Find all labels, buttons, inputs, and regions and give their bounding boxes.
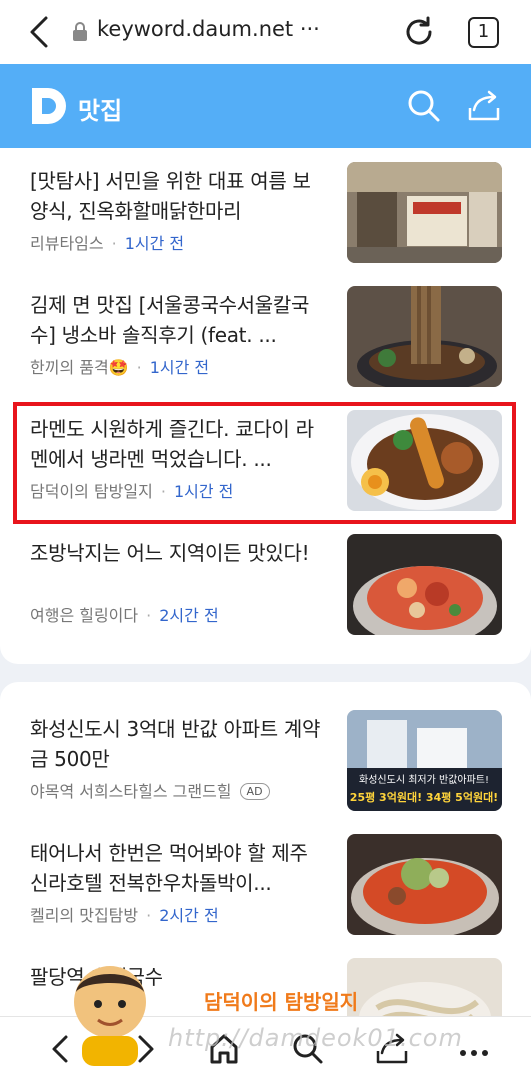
item-thumbnail[interactable]: 화성신도시 최저가 반값아파트! 25평 3억원대! 34평 5억원대!	[347, 710, 502, 811]
item-meta: 켈리의 맛집탐방 · 2시간 전	[30, 906, 219, 925]
item-title[interactable]: 조방낙지는 어느 지역이든 맛있다!	[30, 538, 322, 568]
item-time: 2시간 전	[159, 606, 219, 625]
item-time: 1시간 전	[124, 234, 185, 253]
item-time: 1시간 전	[149, 358, 210, 377]
ad-badge: AD	[239, 783, 270, 800]
list-item[interactable]: 김제 면 맛집 [서울콩국수서울칼국수] 냉소바 솔직후기 (feat. ...…	[0, 272, 531, 396]
item-title[interactable]: 김제 면 맛집 [서울콩국수서울칼국수] 냉소바 솔직후기 (feat. ...	[30, 290, 322, 350]
item-thumbnail[interactable]	[347, 534, 502, 635]
watermark-avatar	[74, 966, 146, 1066]
section-title: 맛집	[78, 97, 123, 125]
item-thumbnail[interactable]	[347, 162, 502, 263]
item-source: 켈리의 맛집탐방	[30, 906, 139, 925]
item-title[interactable]: 화성신도시 3억대 반값 아파트 계약금 500만	[30, 714, 322, 774]
item-meta: 리뷰타임스 · 1시간 전	[30, 234, 185, 253]
ad-thumb-line2: 25평 3억원대! 34평 5억원대!	[350, 790, 498, 804]
item-thumbnail[interactable]	[347, 286, 502, 387]
item-title[interactable]: [맛탐사] 서민을 위한 대표 여름 보양식, 진옥화할매닭한마리	[30, 166, 322, 226]
ad-thumb-line1: 화성신도시 최저가 반값아파트!	[359, 774, 489, 786]
item-time: 2시간 전	[159, 906, 219, 925]
item-meta: 한끼의 품격🤩 · 1시간 전	[30, 358, 210, 377]
tabs-icon[interactable]: 1	[468, 17, 499, 48]
back-arrow-icon[interactable]	[26, 14, 54, 50]
list-item[interactable]: [맛탐사] 서민을 위한 대표 여름 보양식, 진옥화할매닭한마리 리뷰타임스 ·…	[0, 148, 531, 272]
list-item[interactable]: 조방낙지는 어느 지역이든 맛있다! 여행은 힐링이다 · 2시간 전	[0, 520, 531, 644]
daum-logo-icon[interactable]	[30, 86, 68, 126]
item-title[interactable]: 태어나서 한번은 먹어봐야 할 제주신라호텔 전복한우차돌박이...	[30, 838, 322, 898]
url-bar[interactable]: keyword.daum.net ···	[97, 17, 320, 41]
browser-toolbar: keyword.daum.net ··· 1	[0, 0, 531, 64]
site-header: 맛집	[0, 64, 531, 148]
item-source: 여행은 힐링이다	[30, 606, 139, 625]
refresh-icon[interactable]	[401, 14, 437, 50]
lock-icon	[73, 22, 87, 41]
item-source: 한끼의 품격🤩	[30, 358, 129, 377]
list-item[interactable]: 태어나서 한번은 먹어봐야 할 제주신라호텔 전복한우차돌박이... 켈리의 맛…	[0, 820, 531, 944]
list-item[interactable]: 화성신도시 3억대 반값 아파트 계약금 500만 야목역 서희스타힐스 그랜드…	[0, 696, 531, 820]
item-thumbnail[interactable]	[347, 834, 502, 935]
highlight-box	[13, 402, 516, 524]
search-icon[interactable]	[406, 88, 442, 124]
item-source: 리뷰타임스	[30, 234, 104, 253]
watermark-url: http://damdeok01.com	[168, 1024, 463, 1052]
item-meta: 여행은 힐링이다 · 2시간 전	[30, 606, 219, 625]
item-meta: 야목역 서희스타힐스 그랜드힐 AD	[30, 778, 270, 802]
item-source: 야목역 서희스타힐스 그랜드힐	[30, 782, 232, 801]
watermark-title: 담덕이의 탐방일지	[204, 990, 359, 1014]
share-icon[interactable]	[466, 88, 502, 124]
